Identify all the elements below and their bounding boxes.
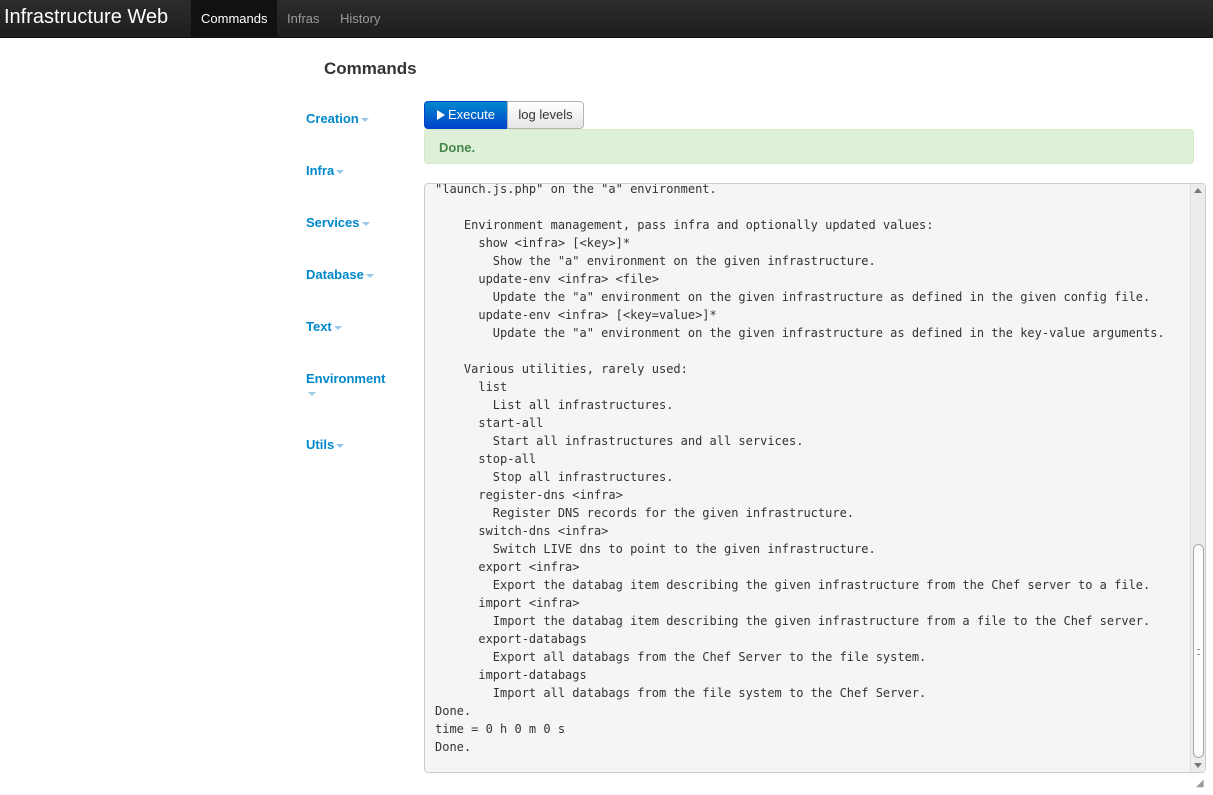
caret-down-icon bbox=[336, 169, 345, 174]
status-alert: Done. bbox=[424, 129, 1194, 164]
sidebar-item-creation[interactable]: Creation bbox=[306, 110, 402, 128]
log-levels-button[interactable]: log levels bbox=[507, 101, 584, 129]
sidebar-item-label: Services bbox=[306, 215, 360, 230]
sidebar-item-label: Text bbox=[306, 319, 332, 334]
caret-down-icon bbox=[361, 221, 370, 226]
sidebar-item-utils[interactable]: Utils bbox=[306, 436, 402, 454]
caret-down-icon bbox=[365, 273, 374, 278]
console-scrollbar[interactable] bbox=[1190, 184, 1205, 772]
nav-commands[interactable]: Commands bbox=[191, 0, 278, 37]
scroll-up-arrow-icon[interactable] bbox=[1194, 188, 1202, 193]
brand-title[interactable]: Infrastructure Web bbox=[4, 4, 168, 30]
nav-infras[interactable]: Infras bbox=[277, 0, 330, 37]
sidebar-item-environment[interactable]: Environment bbox=[306, 370, 402, 396]
sidebar-item-services[interactable]: Services bbox=[306, 214, 402, 232]
scroll-down-arrow-icon[interactable] bbox=[1194, 763, 1202, 768]
scrollbar-thumb[interactable] bbox=[1193, 544, 1204, 758]
play-icon bbox=[437, 110, 445, 120]
sidebar-item-label: Utils bbox=[306, 437, 335, 452]
console-output[interactable]: - - - - - - - - - - - - - - - - - - - - … bbox=[424, 183, 1206, 773]
sidebar-item-label: Database bbox=[306, 267, 364, 282]
console-text: - - - - - - - - - - - - - - - - - - - - … bbox=[435, 183, 1165, 754]
sidebar-item-label: Creation bbox=[306, 111, 359, 126]
execute-button[interactable]: Execute bbox=[424, 101, 508, 129]
sidebar-item-text[interactable]: Text bbox=[306, 318, 402, 336]
sidebar-item-database[interactable]: Database bbox=[306, 266, 402, 284]
nav-history[interactable]: History bbox=[330, 0, 390, 37]
sidebar-item-label: Infra bbox=[306, 163, 335, 178]
execute-label: Execute bbox=[448, 107, 495, 122]
sidebar-item-label: Environment bbox=[306, 371, 386, 386]
sidebar-item-infra[interactable]: Infra bbox=[306, 162, 402, 180]
grip-icon bbox=[1197, 649, 1200, 655]
caret-down-icon bbox=[333, 325, 342, 330]
caret-down-icon bbox=[336, 443, 345, 448]
top-navbar: Infrastructure Web Commands Infras Histo… bbox=[0, 0, 1213, 38]
caret-down-icon bbox=[360, 117, 369, 122]
caret-down-icon bbox=[308, 392, 316, 396]
resize-grip-icon[interactable]: ◢ bbox=[1196, 779, 1206, 789]
page-title: Commands bbox=[324, 59, 417, 78]
